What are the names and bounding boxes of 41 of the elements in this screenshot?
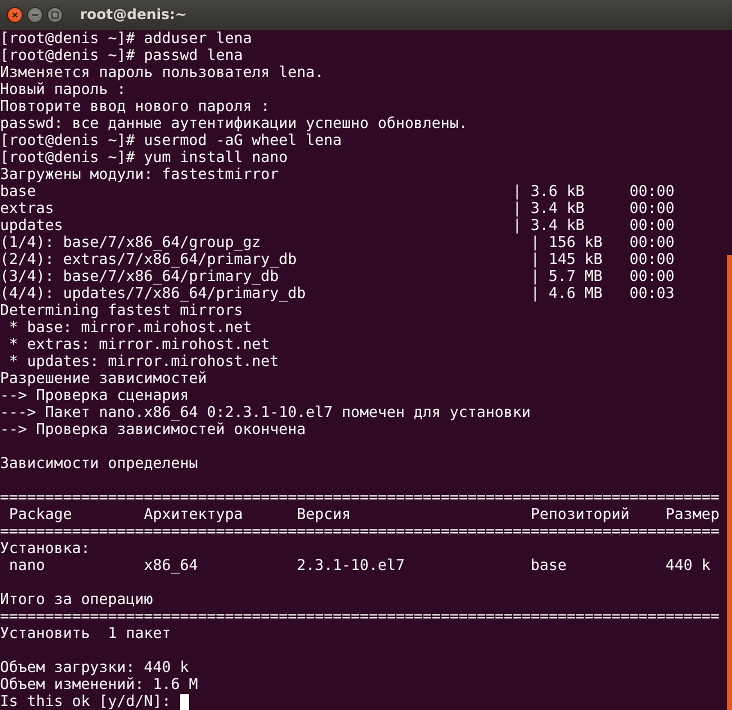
terminal-line: passwd: все данные аутентификации успешно обновлены. bbox=[0, 115, 468, 132]
terminal-line: updates | 3.4 kB 00:00 bbox=[0, 217, 674, 234]
terminal-line: --> Проверка зависимостей окончена bbox=[0, 421, 306, 438]
terminal-line: Package Архитектура Версия Репозиторий Размер bbox=[8, 506, 720, 523]
terminal-line: [root@denis ~]# passwd lena bbox=[0, 47, 243, 64]
minimize-icon[interactable] bbox=[27, 7, 43, 23]
terminal-line: Зависимости определены bbox=[0, 455, 198, 472]
terminal-line: Объем изменений: 1.6 M bbox=[0, 676, 198, 693]
terminal-line: [root@denis ~]# usermod -aG wheel lena bbox=[0, 132, 342, 149]
terminal-line: Установить 1 пакет bbox=[0, 625, 171, 642]
close-icon[interactable] bbox=[7, 7, 23, 23]
terminal-line: base | 3.6 kB 00:00 bbox=[0, 183, 674, 200]
terminal-line: Объем загрузки: 440 k bbox=[0, 659, 189, 676]
terminal-line: Изменяется пароль пользователя lena. bbox=[0, 64, 324, 81]
maximize-icon[interactable] bbox=[47, 7, 63, 23]
terminal-line: Is this ok [y/d/N]: bbox=[0, 693, 172, 710]
terminal-line: Повторите ввод нового пароля : bbox=[0, 98, 270, 115]
terminal-line: Разрешение зависимостей bbox=[0, 370, 207, 387]
terminal-line: ---> Пакет nano.x86_64 0:2.3.1-10.el7 помечен для установки bbox=[0, 404, 531, 421]
window-title: root@denis:~ bbox=[80, 7, 187, 23]
terminal-line: (2/4): extras/7/x86_64/primary_db | 145 kB 00:00 bbox=[0, 251, 674, 268]
terminal-line: Итого за операцию bbox=[0, 591, 153, 608]
terminal-line: Установка: bbox=[0, 540, 90, 557]
terminal-line: Загружены модули: fastestmirror bbox=[0, 166, 279, 183]
terminal-line: * base: mirror.mirohost.net bbox=[8, 319, 252, 336]
terminal-line: [root@denis ~]# yum install nano bbox=[0, 149, 288, 166]
terminal-line: nano x86_64 2.3.1-10.el7 base 440 k bbox=[8, 557, 710, 574]
terminal-line: extras | 3.4 kB 00:00 bbox=[0, 200, 674, 217]
terminal-line: (3/4): base/7/x86_64/primary_db | 5.7 MB 00:00 bbox=[0, 268, 674, 285]
terminal-line: * updates: mirror.mirohost.net bbox=[8, 353, 279, 370]
scrollbar-thumb[interactable] bbox=[727, 255, 732, 710]
terminal-line: Новый пароль : bbox=[0, 81, 126, 98]
terminal-line: --> Проверка сценария bbox=[0, 387, 189, 404]
terminal-line: (4/4): updates/7/x86_64/primary_db | 4.6 MB 00:03 bbox=[0, 285, 674, 302]
terminal-line: ================================================================================ bbox=[0, 489, 720, 506]
terminal-line: (1/4): base/7/x86_64/group_gz | 156 kB 00:00 bbox=[0, 234, 674, 251]
terminal-line: ================================================================================ bbox=[0, 608, 720, 625]
terminal-line: ================================================================================ bbox=[0, 523, 720, 540]
terminal-line: [root@denis ~]# adduser lena bbox=[0, 30, 252, 47]
terminal-line: Determining fastest mirrors bbox=[0, 302, 243, 319]
terminal-line: * extras: mirror.mirohost.net bbox=[8, 336, 270, 353]
